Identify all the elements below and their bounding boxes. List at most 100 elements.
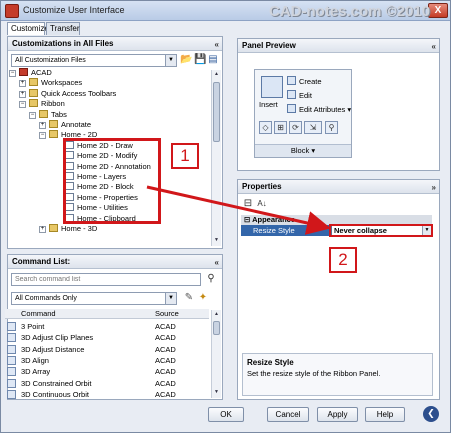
table-row[interactable]: 3D Array ACAD (5, 366, 209, 377)
synchronize-icon[interactable]: ⟳ (289, 121, 302, 134)
autocad-app-icon (5, 4, 19, 18)
expand-icon[interactable]: + (19, 80, 26, 88)
tree-item-label: Ribbon (41, 99, 65, 109)
collapse-node-icon[interactable]: − (39, 132, 46, 140)
command-name: 3D Continuous Orbit (21, 389, 89, 399)
panel-preview-title: Panel Preview (242, 41, 296, 50)
command-table-header: Command Source (5, 309, 209, 319)
collapse-node-icon[interactable]: − (9, 70, 16, 77)
table-row[interactable]: 3D Constrained Orbit ACAD (5, 378, 209, 389)
close-button[interactable]: X (428, 3, 448, 18)
expand-icon[interactable]: » (432, 181, 436, 194)
edit-block-item[interactable]: Edit (287, 90, 312, 101)
tree-item-label: Quick Access Toolbars (41, 88, 117, 98)
command-name: 3D Adjust Distance (21, 344, 85, 354)
expand-icon[interactable]: + (19, 90, 26, 98)
tab-customize[interactable]: Customize (7, 22, 49, 35)
column-source[interactable]: Source (155, 309, 179, 319)
create-icon (287, 76, 296, 85)
command-list-header: Command List: « (8, 255, 222, 269)
command-list-title: Command List: (12, 257, 71, 266)
tab-transfer[interactable]: Transfer (46, 22, 80, 35)
tree-item[interactable]: − Tabs (29, 109, 67, 120)
insert-block-icon[interactable] (261, 76, 283, 98)
tree-item[interactable]: + Annotate (39, 119, 91, 130)
edit-icon (287, 90, 296, 99)
property-name-resize-style[interactable]: Resize Style (241, 225, 331, 236)
categorized-view-icon[interactable]: ⊟ (242, 198, 254, 210)
collapse-icon[interactable]: « (215, 38, 219, 51)
scroll-down-icon[interactable]: ▼ (212, 236, 221, 245)
block-search-icon[interactable]: ⚲ (325, 121, 338, 134)
cancel-button[interactable]: Cancel (267, 407, 309, 422)
command-icon (7, 389, 16, 399)
window-title: Customize User Interface (23, 5, 125, 15)
tree-item[interactable]: − ACAD (9, 67, 52, 78)
collapse-node-icon[interactable]: − (29, 111, 36, 119)
tree-item[interactable]: + Workspaces (19, 77, 82, 88)
callout-number-2: 2 (329, 247, 357, 273)
create-block-item[interactable]: Create (287, 76, 322, 87)
description-text: Set the resize style of the Ribbon Panel… (247, 369, 381, 378)
table-row[interactable]: 3D Continuous Orbit ACAD (5, 389, 209, 400)
command-scroll-thumb[interactable] (213, 321, 220, 335)
properties-header: Properties » (238, 180, 439, 194)
help-button[interactable]: Help (365, 407, 405, 422)
new-command-icon[interactable]: ✦ (197, 292, 209, 304)
attribute-dropdown-icon[interactable]: ⇲ (304, 121, 322, 134)
command-filter-dropdown[interactable]: All Commands Only ▼ (11, 292, 177, 305)
command-name: 3D Adjust Clip Planes (21, 333, 94, 343)
folder-icon (39, 109, 48, 118)
edit-attributes-item[interactable]: Edit Attributes ▾ (287, 104, 351, 115)
watermark: CAD-notes.com ©2010 (269, 3, 431, 20)
command-search-input[interactable] (11, 273, 201, 286)
folder-icon (49, 130, 58, 139)
expand-icon[interactable]: + (39, 226, 46, 233)
callout-number-1: 1 (171, 143, 199, 169)
define-attributes-icon[interactable]: ◇ (259, 121, 272, 134)
ok-button[interactable]: OK (208, 407, 244, 422)
expand-icon[interactable]: + (39, 122, 46, 129)
description-title: Resize Style (247, 358, 294, 367)
command-source: ACAD (155, 322, 176, 331)
ribbon-panel-preview: Insert Create Edit Edit Attributes ▾ ◇ ⊞… (254, 69, 352, 158)
customizations-panel-header: Customizations in All Files « (8, 37, 222, 51)
tree-item-label: Workspaces (41, 78, 83, 88)
panel-preview-header: Panel Preview « (238, 39, 439, 53)
dropdown-arrow-icon: ▾ (347, 105, 352, 114)
collapse-panes-icon[interactable]: ❮ (423, 406, 439, 422)
tree-item-label: Tabs (51, 109, 67, 119)
tree-item[interactable]: + Home - 3D (39, 223, 97, 233)
find-replace-icon[interactable]: ✎ (183, 292, 195, 304)
create-label: Create (299, 77, 322, 86)
table-row[interactable]: 3D Align ACAD (5, 355, 209, 366)
scroll-down-icon[interactable]: ▼ (212, 388, 221, 397)
search-icon[interactable]: ⚲ (205, 273, 217, 285)
collapse-icon[interactable]: « (432, 40, 436, 53)
tree-item[interactable]: + Quick Access Toolbars (19, 88, 116, 99)
acad-icon (19, 68, 28, 76)
command-name: 3D Constrained Orbit (21, 378, 92, 388)
tree-scroll-thumb[interactable] (213, 82, 220, 142)
block-panel-label[interactable]: Block ▾ (255, 144, 351, 157)
table-row[interactable]: 3 Point ACAD (5, 321, 209, 332)
block-panel-title: Block (290, 146, 310, 155)
table-row[interactable]: 3D Adjust Distance ACAD (5, 344, 209, 355)
insert-label: Insert (259, 100, 278, 109)
tree-item[interactable]: − Ribbon (19, 98, 65, 109)
command-name: 3 Point (21, 322, 45, 331)
folder-icon (29, 88, 38, 97)
collapse-node-icon[interactable]: − (19, 101, 26, 109)
command-scrollbar[interactable]: ▲ ▼ (211, 310, 221, 398)
scroll-up-icon[interactable]: ▲ (212, 70, 221, 79)
command-source: ACAD (155, 367, 176, 377)
apply-button[interactable]: Apply (317, 407, 358, 422)
tree-item-label: Home - 3D (61, 224, 98, 233)
table-row[interactable]: 3D Adjust Clip Planes ACAD (5, 332, 209, 343)
manage-attributes-icon[interactable]: ⊞ (274, 121, 287, 134)
scroll-up-icon[interactable]: ▲ (212, 310, 221, 319)
column-command[interactable]: Command (21, 309, 56, 319)
property-description: Resize Style Set the resize style of the… (242, 353, 433, 396)
alphabetical-view-icon[interactable]: A↓ (256, 198, 268, 210)
collapse-icon[interactable]: « (215, 256, 219, 269)
